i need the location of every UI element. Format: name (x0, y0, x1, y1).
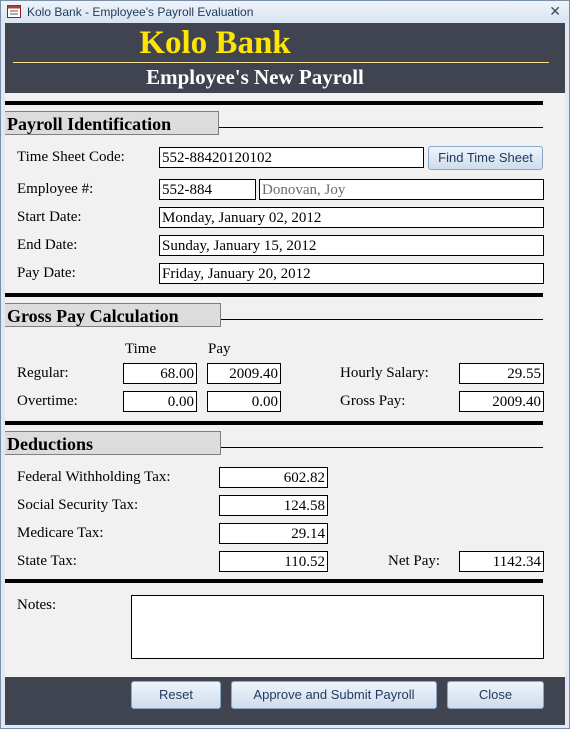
net-pay-field: 1142.34 (459, 551, 544, 572)
time-column-header: Time (125, 341, 157, 357)
section-rule (221, 447, 543, 448)
section-divider (5, 579, 543, 583)
section-payroll-identification: Payroll Identification (5, 111, 219, 135)
federal-tax-label: Federal Withholding Tax: (17, 469, 171, 485)
gross-pay-label: Gross Pay: (340, 393, 406, 409)
medicare-field: 29.14 (219, 523, 328, 544)
federal-tax-field: 602.82 (219, 467, 328, 488)
find-time-sheet-button[interactable]: Find Time Sheet (428, 146, 543, 170)
regular-label: Regular: (17, 365, 69, 381)
time-sheet-code-label: Time Sheet Code: (17, 149, 125, 165)
regular-pay-field: 2009.40 (207, 363, 281, 384)
regular-time-field: 68.00 (123, 363, 197, 384)
section-rule (219, 127, 543, 128)
notes-field[interactable] (131, 595, 544, 659)
overtime-time-field: 0.00 (123, 391, 197, 412)
close-button[interactable]: Close (447, 681, 544, 709)
form-header: Kolo Bank Employee's New Payroll (5, 23, 565, 93)
social-security-label: Social Security Tax: (17, 497, 139, 513)
form-icon (7, 5, 21, 18)
payroll-form: Kolo Bank Employee's New Payroll Payroll… (5, 23, 565, 725)
gross-pay-field: 2009.40 (459, 391, 544, 412)
employee-name-field: Donovan, Joy (259, 179, 544, 200)
form-body: Payroll Identification Time Sheet Code: … (5, 93, 565, 677)
hourly-salary-label: Hourly Salary: (340, 365, 429, 381)
section-divider (5, 101, 543, 105)
pay-date-label: Pay Date: (17, 265, 76, 281)
social-security-field: 124.58 (219, 495, 328, 516)
employee-number-field[interactable]: 552-884 (159, 179, 256, 200)
pay-column-header: Pay (208, 341, 231, 357)
net-pay-label: Net Pay: (388, 553, 441, 569)
start-date-label: Start Date: (17, 209, 82, 225)
window-close-icon[interactable]: ✕ (549, 3, 561, 20)
section-rule (221, 319, 543, 320)
header-divider (13, 62, 549, 63)
time-sheet-code-field[interactable]: 552-88420120102 (159, 147, 424, 168)
section-gross-pay: Gross Pay Calculation (5, 303, 221, 327)
notes-label: Notes: (17, 597, 57, 613)
employee-number-label: Employee #: (17, 181, 94, 197)
state-tax-field: 110.52 (219, 551, 328, 572)
pay-date-field: Friday, January 20, 2012 (159, 263, 544, 284)
section-deductions: Deductions (5, 431, 221, 455)
reset-button[interactable]: Reset (131, 681, 221, 709)
section-divider (5, 293, 543, 297)
bank-name: Kolo Bank (139, 25, 291, 61)
medicare-label: Medicare Tax: (17, 525, 104, 541)
end-date-label: End Date: (17, 237, 78, 253)
payroll-window: Kolo Bank - Employee's Payroll Evaluatio… (0, 0, 570, 729)
start-date-field: Monday, January 02, 2012 (159, 207, 544, 228)
overtime-pay-field: 0.00 (207, 391, 281, 412)
page-title: Employee's New Payroll (146, 65, 364, 89)
section-divider (5, 421, 543, 425)
hourly-salary-field: 29.55 (459, 363, 544, 384)
overtime-label: Overtime: (17, 393, 78, 409)
title-bar[interactable]: Kolo Bank - Employee's Payroll Evaluatio… (1, 1, 569, 23)
window-title: Kolo Bank - Employee's Payroll Evaluatio… (27, 5, 254, 19)
form-footer: Reset Approve and Submit Payroll Close (5, 677, 565, 725)
approve-submit-button[interactable]: Approve and Submit Payroll (231, 681, 437, 709)
state-tax-label: State Tax: (17, 553, 77, 569)
end-date-field: Sunday, January 15, 2012 (159, 235, 544, 256)
